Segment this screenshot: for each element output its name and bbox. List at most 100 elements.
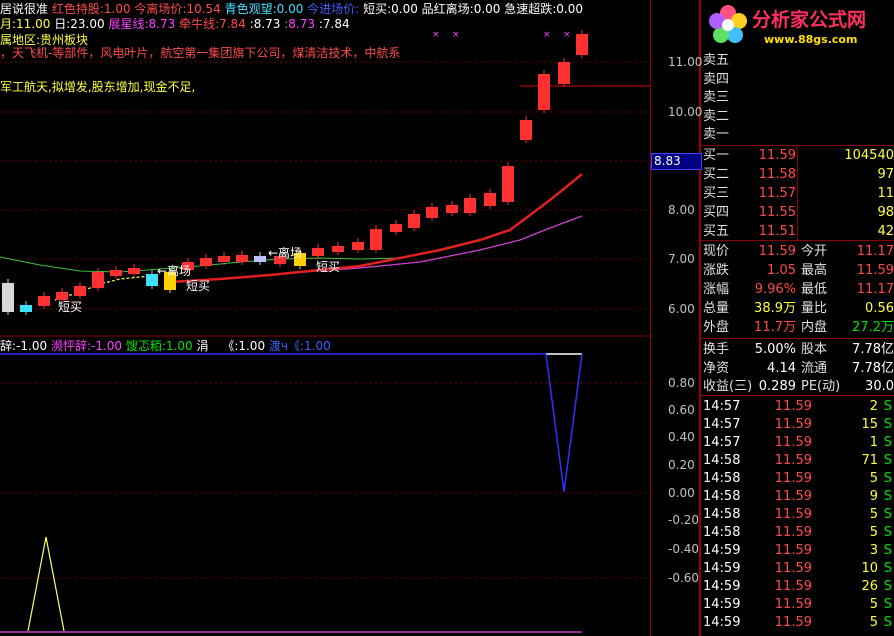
fund-value: 7.78亿 bbox=[852, 342, 894, 357]
formula-name: 居说很准 bbox=[0, 2, 49, 16]
quote-divider-1 bbox=[701, 240, 894, 241]
short-buy-label-3: 短买 bbox=[316, 260, 341, 274]
region-prefix: 属地区: bbox=[0, 33, 41, 47]
sell-label: 卖五 bbox=[703, 53, 730, 68]
fund-label: 净资 bbox=[703, 360, 730, 376]
price-axis-label: 8.00 bbox=[668, 203, 695, 217]
tick-price: 11.59 bbox=[774, 597, 812, 612]
quote-label: 最低 bbox=[801, 282, 828, 297]
month-value: 月:11.00 bbox=[0, 17, 51, 31]
tick-volume: 5 bbox=[869, 471, 878, 486]
candle bbox=[464, 194, 476, 216]
current-price-tag: 8.83 bbox=[651, 153, 702, 170]
tick-price: 11.59 bbox=[774, 471, 812, 486]
indicator-axis-label: -0.60 bbox=[668, 571, 700, 585]
buy-volume: 97 bbox=[877, 167, 894, 182]
tick-time: 14:57 bbox=[703, 435, 741, 450]
tick-time: 14:57 bbox=[703, 417, 741, 432]
tick-price: 11.59 bbox=[774, 543, 812, 558]
zhanxing-value: 8.73 bbox=[148, 17, 176, 31]
indicator-axis-label: -0.40 bbox=[668, 542, 700, 556]
buy-volume: 42 bbox=[877, 224, 894, 239]
marker-x: × bbox=[563, 30, 571, 40]
buy-volume: 104540 bbox=[844, 148, 894, 163]
short-buy-label-2: 短买 bbox=[186, 279, 211, 293]
price-chart[interactable]: × × × × bbox=[0, 0, 650, 636]
tick-price: 11.59 bbox=[774, 489, 812, 504]
sell-label: 卖一 bbox=[703, 127, 730, 142]
value-g: 7.84 bbox=[322, 17, 350, 31]
candle bbox=[446, 201, 458, 216]
sell-label: 卖三 bbox=[703, 90, 730, 105]
tick-side: S bbox=[883, 453, 892, 468]
buy-label: 买二 bbox=[703, 167, 730, 182]
tick-volume: 9 bbox=[869, 489, 878, 504]
candle bbox=[236, 251, 248, 265]
tick-price: 11.59 bbox=[774, 417, 812, 432]
candle bbox=[200, 254, 212, 269]
tick-volume: 15 bbox=[861, 417, 878, 432]
indicator-axis-label: 0.40 bbox=[668, 430, 695, 444]
tick-side: S bbox=[883, 489, 892, 504]
candle bbox=[128, 264, 140, 277]
marker-x: × bbox=[432, 30, 440, 40]
news-line-1: ，天飞机-等部件，风电叶片，航空第一集团旗下公司，煤清洁技术，中航系 bbox=[0, 46, 401, 60]
tick-row: 14:58 11.59 5 S bbox=[701, 470, 894, 488]
tick-row: 14:58 11.59 71 S bbox=[701, 452, 894, 470]
candle bbox=[312, 244, 324, 259]
marker-x: × bbox=[452, 30, 460, 40]
quote-label: 今开 bbox=[801, 244, 828, 259]
tick-row: 14:59 11.59 5 S bbox=[701, 596, 894, 614]
indicator-title-bar: 辞:-1.00 濒怦辞:-1.00 馊忑粨:1.00 涓 《:1.00 渡ч《:… bbox=[0, 339, 331, 353]
tick-row: 14:59 11.59 5 S bbox=[701, 614, 894, 632]
quote-row: 外盘 11.7万 内盘 27.2万 bbox=[701, 319, 894, 337]
buy-price: 11.57 bbox=[758, 186, 796, 201]
tick-volume: 10 bbox=[861, 561, 878, 576]
candle bbox=[38, 292, 50, 309]
fund-value: 30.0 bbox=[865, 379, 894, 394]
top-item-3: 今进场价: bbox=[307, 2, 364, 16]
tick-side: S bbox=[883, 579, 892, 594]
region-value: 贵州板块 bbox=[40, 33, 89, 47]
quote-label: 总量 bbox=[703, 301, 730, 316]
quote-value: 11.59 bbox=[758, 244, 796, 259]
tick-price: 11.59 bbox=[774, 561, 812, 576]
quote-divider-3 bbox=[701, 395, 894, 396]
top-items: 红色持股:1.00 今离场价:10.54 青色观望:0.00 今进场价: 短买:… bbox=[52, 2, 583, 16]
ind-e-value: 1.00 bbox=[238, 339, 266, 353]
lower-gridlines bbox=[0, 382, 650, 579]
tick-price: 11.59 bbox=[774, 579, 812, 594]
fund-row: 换手 5.00% 股本 7.78亿 bbox=[701, 341, 894, 359]
tick-time: 14:58 bbox=[703, 525, 741, 540]
fund-label: 股本 bbox=[801, 342, 828, 357]
fund-value: 0.289 bbox=[758, 379, 796, 394]
quote-divider-2 bbox=[701, 338, 894, 339]
tick-price: 11.59 bbox=[774, 615, 812, 630]
fund-row: 收益(三) 0.289 PE(动) 30.0 bbox=[701, 378, 894, 396]
tick-row: 14:58 11.59 5 S bbox=[701, 524, 894, 542]
buy-label: 买五 bbox=[703, 224, 730, 239]
sell-row: 卖二 bbox=[701, 108, 894, 126]
buy-price: 11.51 bbox=[758, 224, 796, 239]
tick-row: 14:57 11.59 1 S bbox=[701, 434, 894, 452]
quote-value: 11.17 bbox=[856, 282, 894, 297]
quote-row: 总量 38.9万 量比 0.56 bbox=[701, 300, 894, 318]
tick-row: 14:58 11.59 9 S bbox=[701, 488, 894, 506]
quote-value: 9.96% bbox=[754, 282, 796, 297]
tick-volume: 5 bbox=[869, 507, 878, 522]
tick-time: 14:59 bbox=[703, 615, 741, 630]
quote-value: 27.2万 bbox=[852, 320, 894, 335]
ma-magenta bbox=[299, 215, 583, 273]
quote-value: 0.56 bbox=[865, 301, 894, 316]
exit-label-2: ←离场 bbox=[268, 246, 303, 260]
tick-volume: 5 bbox=[869, 597, 878, 612]
region-line: 属地区:贵州板块 bbox=[0, 33, 88, 47]
quote-value: 11.59 bbox=[856, 263, 894, 278]
tick-row: 14:58 11.59 5 S bbox=[701, 506, 894, 524]
buy-col-divider bbox=[797, 146, 798, 240]
indicator-axis-label: -0.20 bbox=[668, 513, 700, 527]
tick-time: 14:59 bbox=[703, 579, 741, 594]
buy-label: 买四 bbox=[703, 205, 730, 220]
marker-x: × bbox=[543, 30, 551, 40]
tick-volume: 1 bbox=[869, 435, 878, 450]
